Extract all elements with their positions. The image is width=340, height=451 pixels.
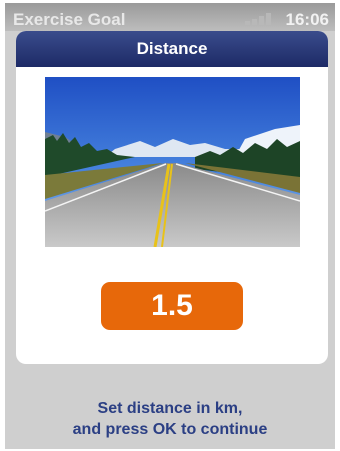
app-title: Exercise Goal [13, 10, 126, 29]
signal-strength-icon [245, 13, 275, 25]
dialog-title: Distance [16, 31, 328, 67]
distance-dialog: Distance 1.5 [16, 31, 328, 364]
instruction-text: Set distance in km, and press OK to cont… [5, 398, 335, 440]
instruction-line-2: and press OK to continue [72, 421, 268, 438]
road-landscape-image [45, 77, 300, 247]
instruction-line-1: Set distance in km, [97, 400, 243, 417]
status-bar: Exercise Goal 16:06 [5, 3, 335, 31]
distance-value-field[interactable]: 1.5 [101, 282, 243, 330]
clock-time: 16:06 [285, 10, 329, 29]
device-screen: Exercise Goal 16:06 Distance 1.5 Set dis… [5, 3, 335, 449]
